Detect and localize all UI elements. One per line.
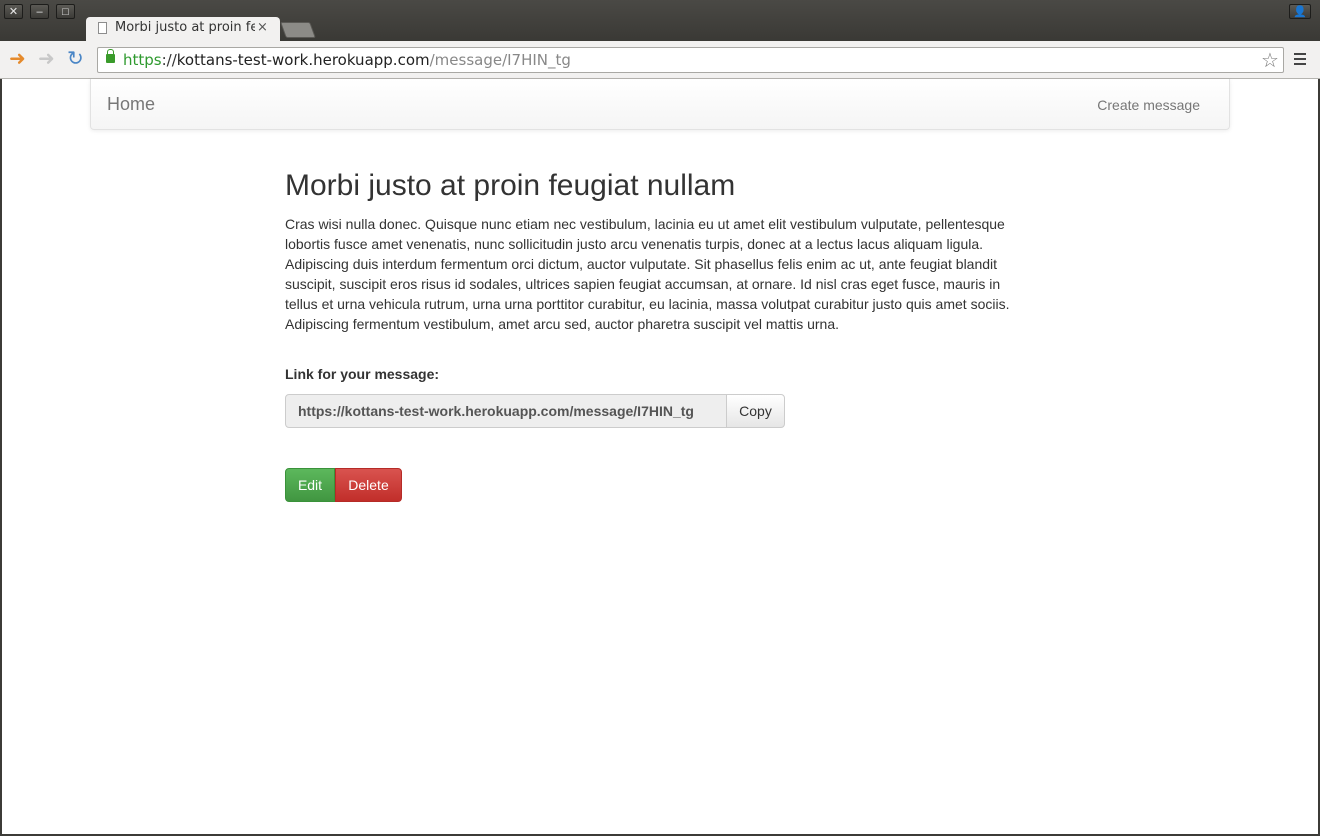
site-navbar: Home Create message xyxy=(90,79,1230,130)
edit-button[interactable]: Edit xyxy=(285,468,335,502)
browser-window: ✕ – □ Morbi justo at proin feugiat nulla… xyxy=(0,0,1320,836)
home-link[interactable]: Home xyxy=(107,94,155,115)
browser-toolbar: ➜ ➜ ↻ https://kottans-test-work.herokuap… xyxy=(0,41,1320,79)
message-body: Cras wisi nulla donec. Quisque nunc etia… xyxy=(285,216,1010,332)
tab-strip: ✕ – □ Morbi justo at proin feugiat nulla… xyxy=(0,0,1320,41)
document-icon xyxy=(98,22,107,34)
link-input-group: Copy xyxy=(285,394,785,428)
link-label: Link for your message: xyxy=(285,366,440,382)
lock-icon xyxy=(106,49,115,63)
copy-button[interactable]: Copy xyxy=(726,394,785,428)
page-viewport: Home Create message Morbi justo at proin… xyxy=(2,79,1318,834)
window-minimize-icon[interactable]: – xyxy=(30,4,49,19)
browser-tab-active[interactable]: Morbi justo at proin feugiat nullam × xyxy=(86,17,280,41)
message-content: Morbi justo at proin feugiat nullam Cras… xyxy=(285,167,1025,502)
delete-button[interactable]: Delete xyxy=(335,468,402,502)
tab-title: Morbi justo at proin feugiat nullam xyxy=(115,20,255,35)
url-path: /message/I7HIN_tg xyxy=(429,51,571,69)
message-link-field[interactable] xyxy=(285,394,727,428)
address-bar[interactable]: https://kottans-test-work.herokuapp.com/… xyxy=(97,47,1284,73)
new-tab-button[interactable] xyxy=(280,22,316,38)
create-message-link[interactable]: Create message xyxy=(1097,97,1200,113)
forward-arrow-icon[interactable]: ➜ xyxy=(38,49,55,69)
bookmark-star-icon[interactable]: ☆ xyxy=(1261,48,1279,73)
url-host: kottans-test-work.herokuapp.com xyxy=(176,51,430,69)
url-scheme: https xyxy=(123,51,162,69)
user-profile-icon[interactable]: 👤 xyxy=(1289,4,1311,19)
message-title: Morbi justo at proin feugiat nullam xyxy=(285,169,736,202)
tab-close-icon[interactable]: × xyxy=(257,20,268,35)
url-separator: :// xyxy=(161,51,177,69)
hamburger-menu-icon[interactable] xyxy=(1294,53,1306,68)
window-close-icon[interactable]: ✕ xyxy=(4,4,23,19)
url-text[interactable]: https://kottans-test-work.herokuapp.com/… xyxy=(123,51,571,69)
window-maximize-icon[interactable]: □ xyxy=(56,4,75,19)
back-arrow-icon[interactable]: ➜ xyxy=(9,49,26,69)
reload-icon[interactable]: ↻ xyxy=(67,49,84,69)
